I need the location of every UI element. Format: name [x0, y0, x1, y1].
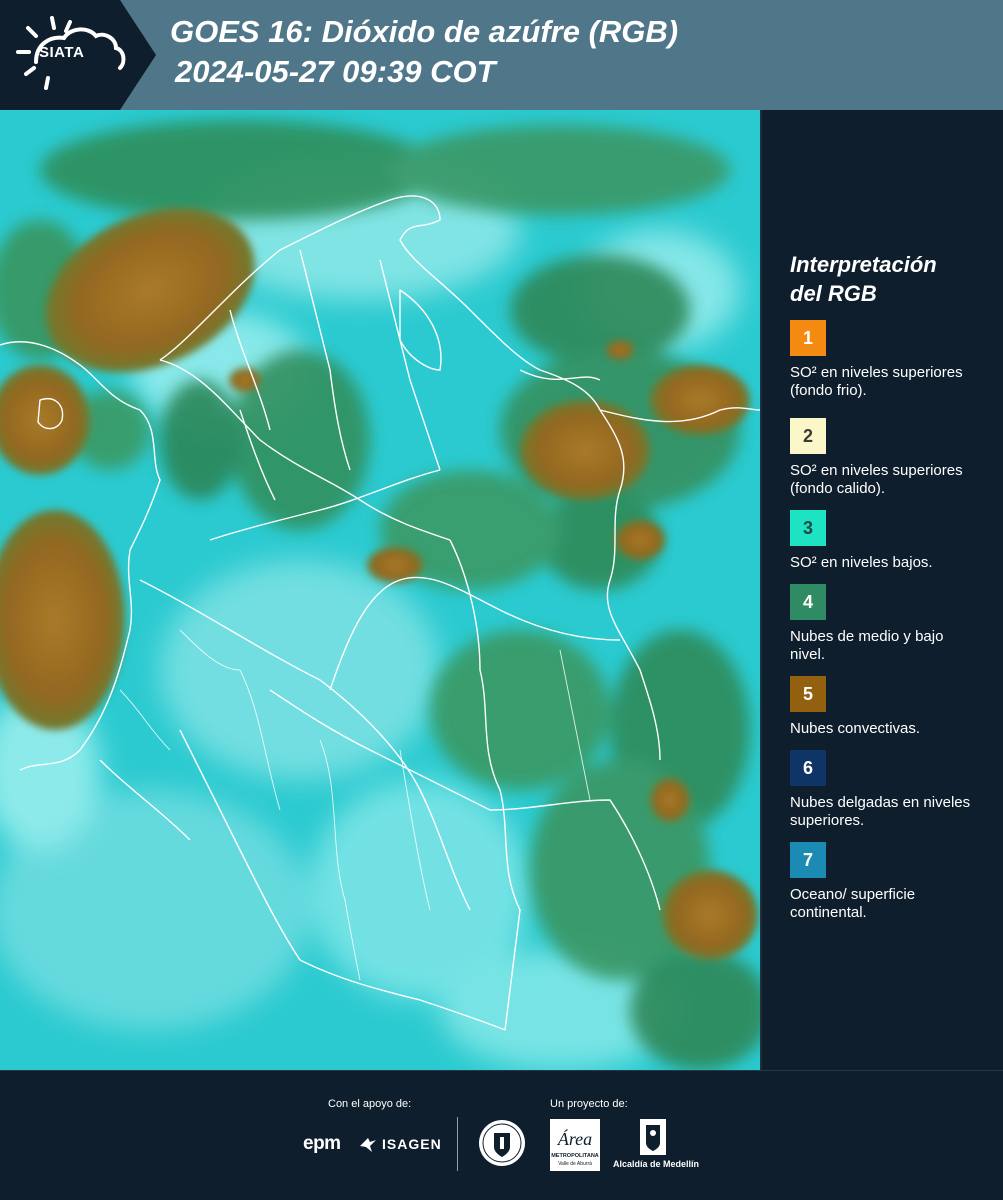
epm-logo: epm [303, 1133, 341, 1154]
area-metropolitana-logo: Área METROPOLITANA Valle de Aburrá [550, 1119, 600, 1171]
page-timestamp: 2024-05-27 09:39 COT [175, 54, 496, 89]
legend-swatch-1: 1 [790, 320, 826, 356]
satellite-rgb-image [0, 110, 760, 1070]
legend-swatch-3: 3 [790, 510, 826, 546]
legend-item-4: 4 Nubes de medio y bajo nivel. [790, 584, 990, 664]
legend-text-1: SO² en niveles superiores (fondo frio). [790, 364, 963, 399]
svg-text:Área: Área [557, 1128, 592, 1149]
legend-swatch-7: 7 [790, 842, 826, 878]
legend-panel: Interpretación del RGB 1 SO² en niveles … [760, 110, 1003, 1070]
satellite-map [0, 110, 760, 1070]
legend-item-7: 7 Oceano/ superficie continental. [790, 842, 990, 922]
legend-item-3: 3 SO² en niveles bajos. [790, 510, 990, 572]
legend-swatch-2: 2 [790, 418, 826, 454]
legend-item-1: 1 SO² en niveles superiores (fondo frio)… [790, 320, 990, 400]
legend-item-6: 6 Nubes delgadas en niveles superiores. [790, 750, 990, 830]
isagen-logo-icon [360, 1138, 376, 1152]
isagen-logo: ISAGEN [382, 1136, 442, 1152]
legend-title: Interpretación del RGB [790, 250, 990, 308]
svg-text:Valle de Aburrá: Valle de Aburrá [558, 1161, 592, 1167]
alcaldia-medellin-label: Alcaldía de Medellín [613, 1159, 700, 1169]
legend-text-2: SO² en niveles superiores (fondo calido)… [790, 462, 963, 497]
legend-text-4: Nubes de medio y bajo nivel. [790, 628, 944, 663]
legend-swatch-6: 6 [790, 750, 826, 786]
legend-text-3: SO² en niveles bajos. [790, 554, 933, 571]
footer-divider [457, 1117, 458, 1171]
alcaldia-medellin-logo-icon [640, 1119, 666, 1155]
project-label: Un proyecto de: [550, 1098, 628, 1110]
header: SIATA GOES 16: Dióxido de azúfre (RGB) 2… [0, 0, 1003, 110]
legend-text-7: Oceano/ superficie continental. [790, 886, 916, 921]
legend-title-line-2: del RGB [790, 281, 877, 306]
legend-title-line-1: Interpretación [790, 252, 937, 277]
svg-text:METROPOLITANA: METROPOLITANA [551, 1153, 599, 1159]
legend-item-2: 2 SO² en niveles superiores (fondo calid… [790, 418, 990, 498]
support-label: Con el apoyo de: [328, 1098, 412, 1110]
legend-item-5: 5 Nubes convectivas. [790, 676, 990, 738]
legend-text-5: Nubes convectivas. [790, 720, 921, 737]
footer: Con el apoyo de: Un proyecto de: epm ISA… [0, 1070, 1003, 1200]
medellin-seal-logo [479, 1120, 525, 1166]
page-title: GOES 16: Dióxido de azúfre (RGB) [170, 14, 679, 49]
siata-logo-text: SIATA [39, 44, 85, 61]
legend-text-6: Nubes delgadas en niveles superiores. [790, 794, 971, 829]
legend-swatch-4: 4 [790, 584, 826, 620]
legend-swatch-5: 5 [790, 676, 826, 712]
